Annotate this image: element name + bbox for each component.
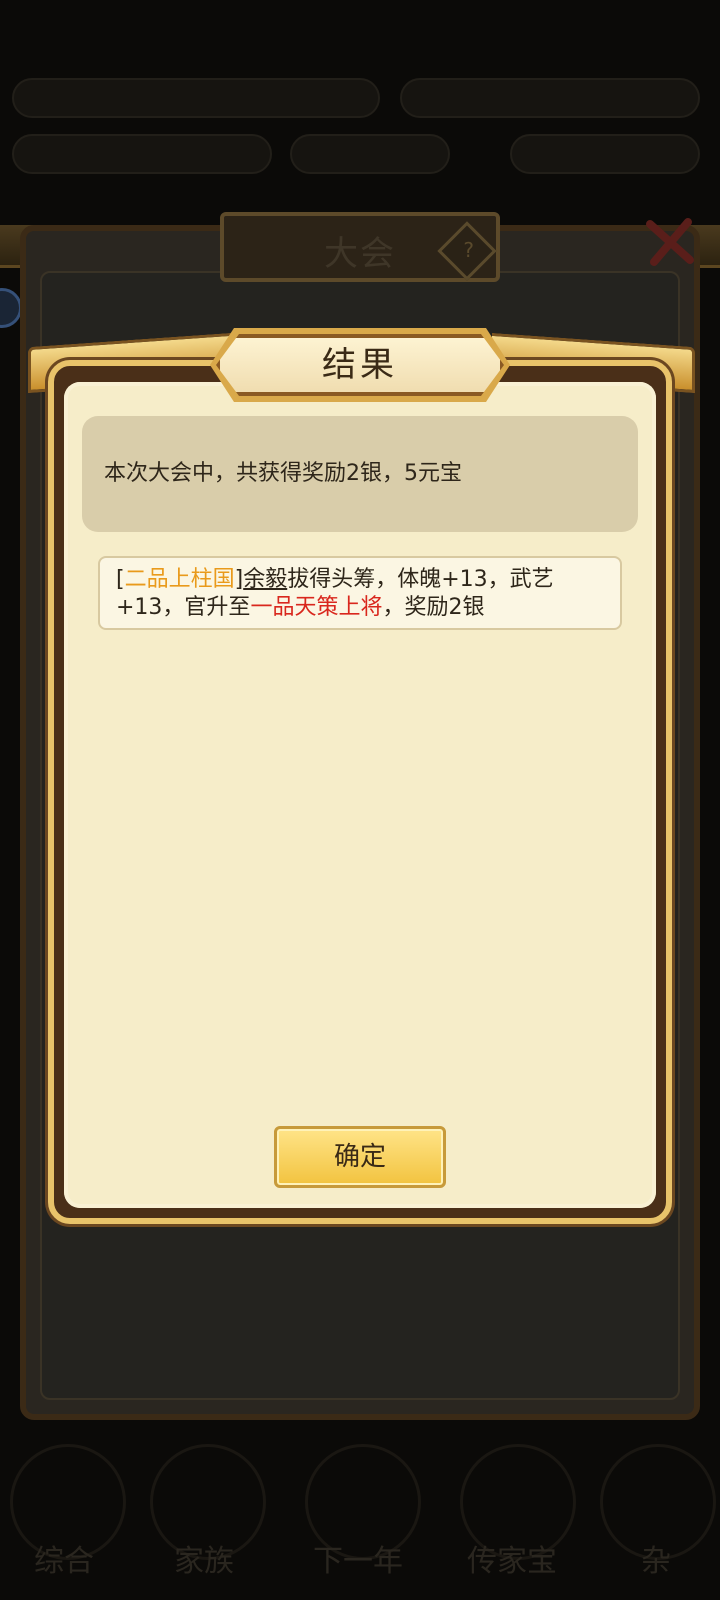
bottom-nav: 综合 家族 下一年 传家宝 杂	[0, 1444, 720, 1600]
winner-name-link[interactable]: 余毅	[243, 567, 287, 592]
family-pill	[12, 134, 272, 174]
nav-item-4-label: 传家宝	[467, 1544, 557, 1579]
nav-item-1-label: 综合	[34, 1544, 94, 1579]
nav-item-3-label: 下一年	[313, 1544, 403, 1579]
bracket-close: ]	[234, 567, 244, 592]
summary-text: 本次大会中，共获得奖励2银，5元宝	[104, 461, 462, 486]
nav-item-5-label: 杂	[641, 1544, 671, 1579]
dialog-title: 结果	[322, 345, 398, 385]
year-pill	[290, 134, 450, 174]
help-icon-glyph: ?	[463, 237, 474, 262]
side-badge	[0, 288, 22, 328]
detail-text-2: ，奖励2银	[382, 595, 485, 620]
bracket-open: [	[116, 567, 125, 592]
coin-pill	[510, 134, 700, 174]
nav-item-2-label: 家族	[174, 1544, 234, 1579]
confirm-button[interactable]: 确定	[274, 1126, 446, 1188]
resource-pill	[400, 78, 700, 118]
summary-box: 本次大会中，共获得奖励2银，5元宝	[82, 416, 638, 532]
stats-pill	[12, 78, 380, 118]
result-detail: [二品上柱国]余毅拔得头筹，体魄+13，武艺+13，官升至一品天策上将，奖励2银	[98, 556, 622, 630]
new-rank: 一品天策上将	[250, 595, 383, 620]
previous-rank: 二品上柱国	[124, 567, 235, 592]
close-icon[interactable]	[640, 212, 700, 272]
close-cross-icon	[646, 218, 694, 266]
